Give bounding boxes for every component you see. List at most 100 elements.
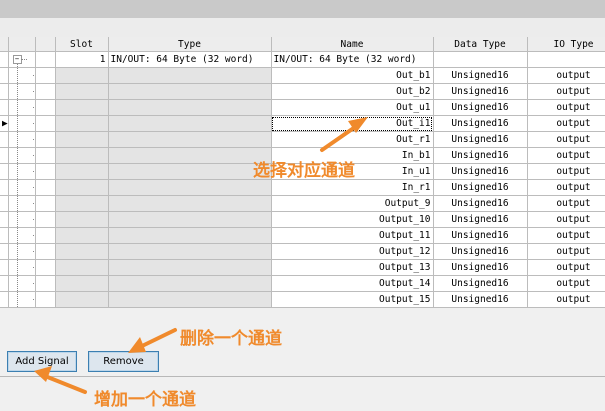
name-cell[interactable]: Output_10 [271,211,434,228]
tree-node[interactable] [8,131,36,148]
tree-node[interactable] [8,227,36,244]
signal-row[interactable]: Out_b2 Unsigned16 output [0,83,605,100]
type-cell[interactable] [108,275,272,292]
io-type-cell[interactable]: output [527,179,605,196]
name-cell[interactable]: Output_12 [271,243,434,260]
io-type-cell[interactable]: output [527,147,605,164]
name-cell[interactable]: Output_11 [271,227,434,244]
tree-node[interactable] [8,83,36,100]
name-cell[interactable]: Output_13 [271,259,434,276]
name-cell[interactable]: Output_14 [271,275,434,292]
io-type-cell[interactable]: output [527,259,605,276]
row-selector[interactable] [0,211,9,228]
type-cell[interactable] [108,259,272,276]
io-type-cell[interactable]: output [527,99,605,116]
type-cell[interactable]: IN/OUT: 64 Byte (32 word) [108,51,272,68]
io-type-cell[interactable]: output [527,67,605,84]
io-type-cell[interactable]: output [527,163,605,180]
row-selector[interactable] [0,147,9,164]
data-type-cell[interactable]: Unsigned16 [433,67,528,84]
io-type-cell[interactable]: output [527,115,605,132]
data-type-cell[interactable]: Unsigned16 [433,179,528,196]
data-type-cell[interactable]: Unsigned16 [433,291,528,308]
type-cell[interactable] [108,227,272,244]
type-cell[interactable] [108,131,272,148]
row-selector[interactable] [0,99,9,116]
row-selector[interactable] [0,179,9,196]
row-selector[interactable]: ▶ [0,115,9,132]
row-selector[interactable] [0,83,9,100]
slot-cell[interactable] [55,83,109,100]
header-slot[interactable]: Slot [55,37,109,52]
tree-node[interactable] [8,291,36,308]
type-cell[interactable] [108,115,272,132]
io-type-cell[interactable]: output [527,195,605,212]
header-name[interactable]: Name [271,37,434,52]
type-cell[interactable] [108,291,272,308]
name-cell[interactable]: Out_u1 [271,99,434,116]
add-signal-button[interactable]: Add Signal [7,351,77,372]
type-cell[interactable] [108,83,272,100]
row-selector[interactable] [0,243,9,260]
tree-node[interactable] [8,259,36,276]
row-selector[interactable] [0,67,9,84]
signal-row[interactable]: Out_b1 Unsigned16 output [0,67,605,84]
signal-row[interactable]: Output_14 Unsigned16 output [0,275,605,292]
signal-row[interactable]: Out_r1 Unsigned16 output [0,131,605,148]
data-type-cell[interactable]: Unsigned16 [433,211,528,228]
tree-node[interactable] [8,67,36,84]
name-cell[interactable]: Output_15 [271,291,434,308]
data-type-cell[interactable]: Unsigned16 [433,99,528,116]
tree-node[interactable] [8,163,36,180]
type-cell[interactable] [108,195,272,212]
slot-cell[interactable] [55,99,109,116]
slot-cell[interactable]: 1 [55,51,109,68]
slot-cell[interactable] [55,131,109,148]
data-type-cell[interactable]: Unsigned16 [433,83,528,100]
data-type-cell[interactable] [433,51,528,68]
module-row[interactable]: − 1 IN/OUT: 64 Byte (32 word) IN/OUT: 64… [0,51,605,68]
name-cell[interactable]: Output_9 [271,195,434,212]
row-selector[interactable] [0,291,9,308]
slot-cell[interactable] [55,163,109,180]
tree-node[interactable]: − [8,51,36,68]
slot-cell[interactable] [55,179,109,196]
row-selector[interactable] [0,131,9,148]
name-cell[interactable]: Out_b1 [271,67,434,84]
tree-node[interactable] [8,243,36,260]
io-type-cell[interactable]: output [527,243,605,260]
signal-row[interactable]: Output_13 Unsigned16 output [0,259,605,276]
data-type-cell[interactable]: Unsigned16 [433,147,528,164]
name-cell[interactable]: IN/OUT: 64 Byte (32 word) [271,51,434,68]
row-selector[interactable] [0,195,9,212]
data-type-cell[interactable]: Unsigned16 [433,115,528,132]
data-type-cell[interactable]: Unsigned16 [433,195,528,212]
type-cell[interactable] [108,67,272,84]
data-type-cell[interactable]: Unsigned16 [433,131,528,148]
row-selector[interactable] [0,163,9,180]
data-type-cell[interactable]: Unsigned16 [433,227,528,244]
name-cell[interactable]: Out_i1 [271,115,434,132]
slot-cell[interactable] [55,259,109,276]
signal-row[interactable]: In_r1 Unsigned16 output [0,179,605,196]
io-type-cell[interactable]: output [527,211,605,228]
tree-node[interactable] [8,195,36,212]
data-type-cell[interactable]: Unsigned16 [433,243,528,260]
header-data-type[interactable]: Data Type [433,37,528,52]
remove-button[interactable]: Remove [88,351,159,372]
io-type-cell[interactable]: output [527,291,605,308]
slot-cell[interactable] [55,275,109,292]
slot-cell[interactable] [55,291,109,308]
io-type-cell[interactable]: output [527,227,605,244]
slot-cell[interactable] [55,227,109,244]
tree-node[interactable] [8,115,36,132]
signal-row[interactable]: Output_15 Unsigned16 output [0,291,605,308]
io-type-cell[interactable]: output [527,275,605,292]
type-cell[interactable] [108,211,272,228]
tree-node[interactable] [8,99,36,116]
header-type[interactable]: Type [108,37,272,52]
row-selector[interactable] [0,51,9,68]
signal-row[interactable]: ▶ Out_i1 Unsigned16 output [0,115,605,132]
slot-cell[interactable] [55,211,109,228]
tree-node[interactable] [8,147,36,164]
